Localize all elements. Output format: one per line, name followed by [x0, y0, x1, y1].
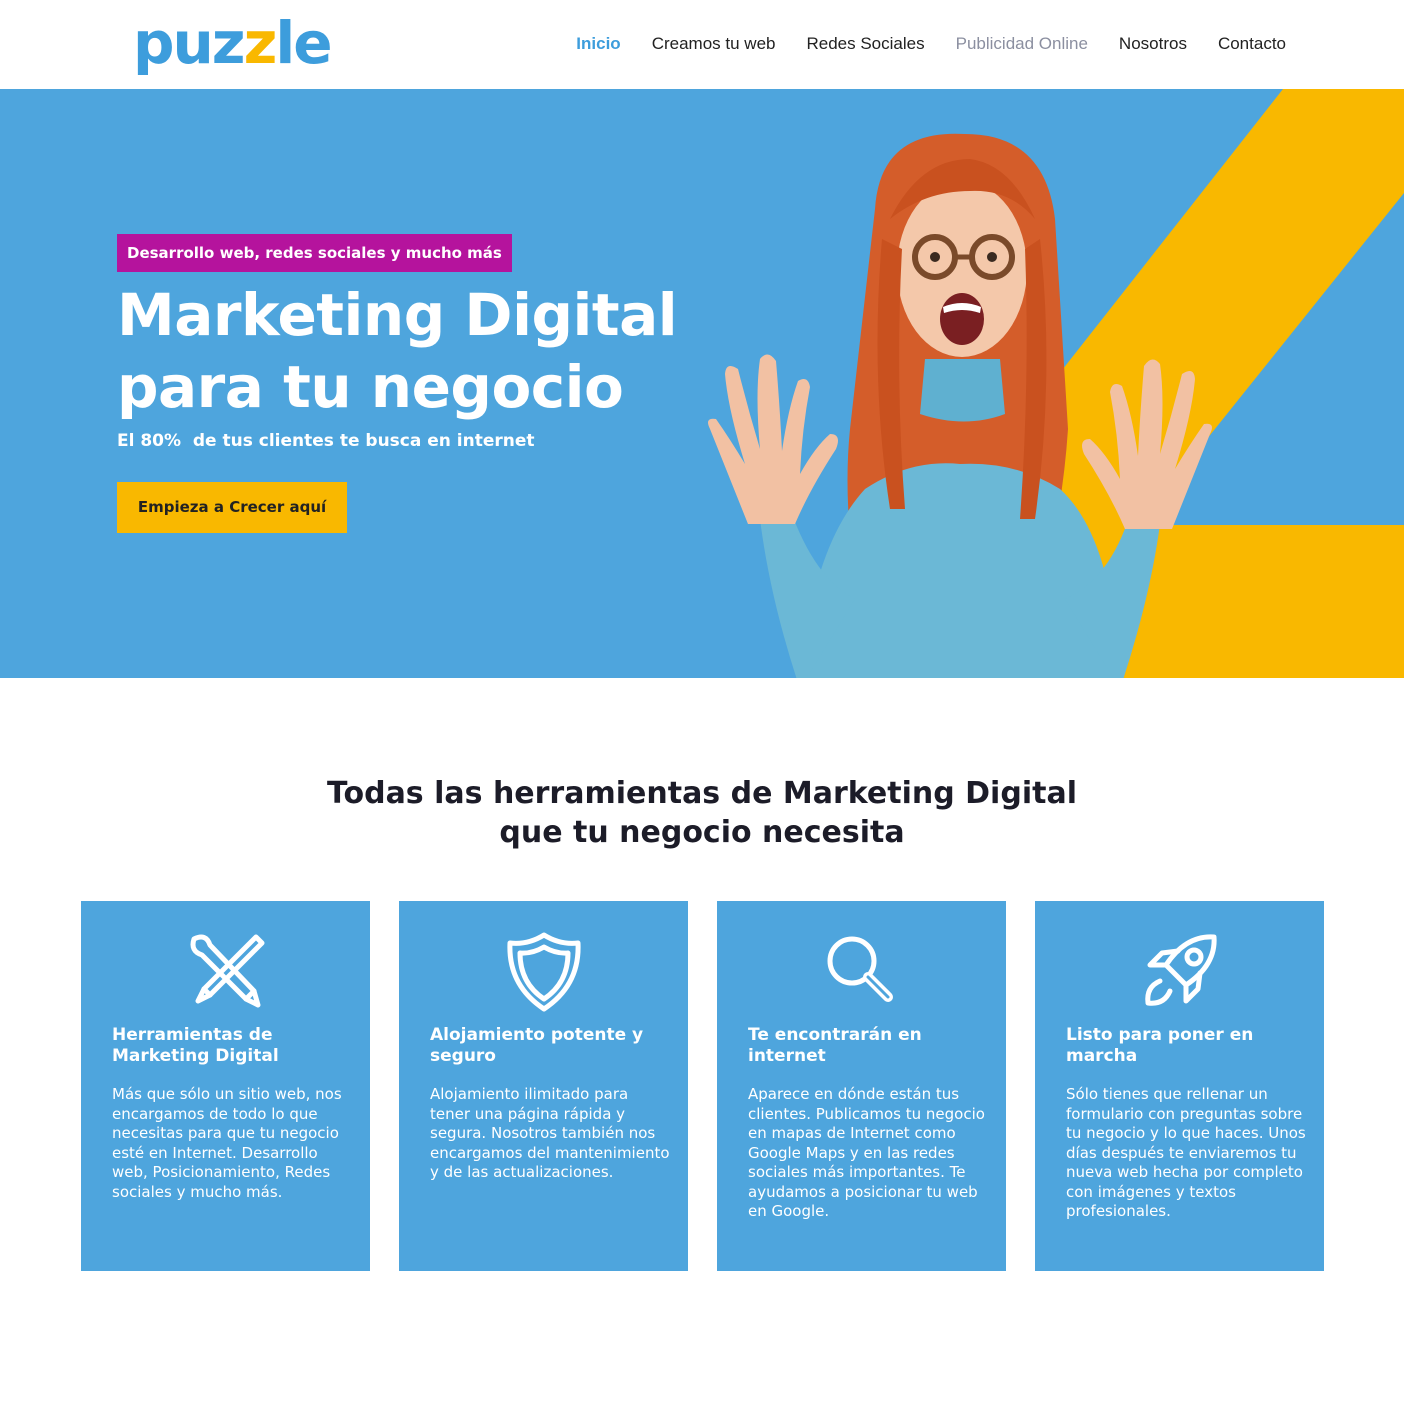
nav-item-contacto[interactable]: Contacto	[1218, 33, 1286, 55]
feature-card-herramientas: Herramientas de Marketing Digital Más qu…	[81, 901, 370, 1271]
shield-icon	[399, 929, 688, 1013]
features-list: Herramientas de Marketing Digital Más qu…	[81, 901, 1324, 1271]
logo-text-c: le	[275, 9, 332, 77]
feature-title: Listo para poner en marcha	[1066, 1025, 1254, 1066]
nav-item-publicidad-online[interactable]: Publicidad Online	[956, 33, 1088, 55]
feature-card-listo: Listo para poner en marcha Sólo tienes q…	[1035, 901, 1324, 1271]
hero-subtitle: El 80% de tus clientes te busca en inter…	[117, 431, 535, 451]
feature-title: Herramientas de Marketing Digital	[112, 1025, 279, 1066]
feature-card-alojamiento: Alojamiento potente y seguro Alojamiento…	[399, 901, 688, 1271]
site-header: puzzle Inicio Creamos tu web Redes Socia…	[0, 0, 1404, 89]
feature-text: Aparece en dónde están tus clientes. Pub…	[748, 1085, 985, 1220]
search-icon	[717, 929, 1006, 1013]
section-title: Todas las herramientas de Marketing Digi…	[327, 776, 1077, 850]
design-tools-icon	[81, 929, 370, 1013]
hero-title: Marketing Digital para tu negocio	[117, 281, 678, 421]
hero-banner: Desarrollo web, redes sociales y mucho m…	[0, 89, 1404, 678]
hero-tagline: Desarrollo web, redes sociales y mucho m…	[117, 234, 512, 272]
nav-item-inicio[interactable]: Inicio	[576, 33, 620, 55]
feature-title: Te encontrarán en internet	[748, 1025, 922, 1066]
nav-item-creamos-tu-web[interactable]: Creamos tu web	[652, 33, 776, 55]
rocket-icon	[1035, 929, 1324, 1013]
nav-item-nosotros[interactable]: Nosotros	[1119, 33, 1187, 55]
excited-woman-image	[708, 133, 1212, 678]
main-nav: Inicio Creamos tu web Redes Sociales Pub…	[576, 33, 1286, 55]
feature-text: Más que sólo un sitio web, nos encargamo…	[112, 1085, 342, 1201]
feature-text: Sólo tienes que rellenar un formulario c…	[1066, 1085, 1306, 1220]
puzzle-logo[interactable]: puzzle	[133, 8, 333, 78]
logo-text-b: z	[243, 9, 278, 77]
logo-text-a: puz	[133, 9, 246, 77]
cta-button[interactable]: Empieza a Crecer aquí	[117, 482, 347, 533]
nav-item-redes-sociales[interactable]: Redes Sociales	[806, 33, 924, 55]
feature-card-encontraran: Te encontrarán en internet Aparece en dó…	[717, 901, 1006, 1271]
feature-title: Alojamiento potente y seguro	[430, 1025, 644, 1066]
feature-text: Alojamiento ilimitado para tener una pág…	[430, 1085, 670, 1181]
